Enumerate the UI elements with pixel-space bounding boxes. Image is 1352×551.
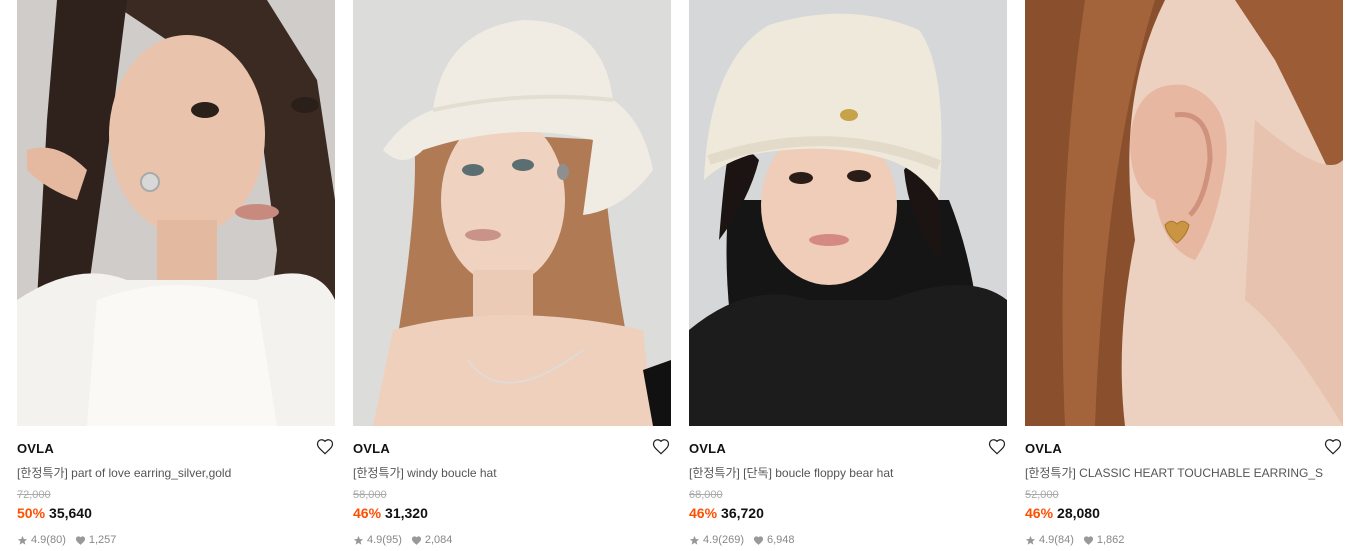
product-card[interactable]: OVLA [한정특가] part of love earring_silver,… [17, 0, 335, 551]
review-count: (84) [1054, 534, 1074, 546]
product-card[interactable]: OVLA [한정특가] windy boucle hat 58,000 46% 3… [353, 0, 671, 551]
rating-value: 4.9 [1039, 534, 1055, 546]
price-line: 46% 36,720 [689, 505, 764, 521]
sale-price: 35,640 [49, 505, 92, 521]
product-name[interactable]: [한정특가] CLASSIC HEART TOUCHABLE EARRING_S [1025, 464, 1343, 481]
product-card[interactable]: OVLA [한정특가] CLASSIC HEART TOUCHABLE EARR… [1025, 0, 1343, 551]
heart-filled-icon [411, 535, 422, 546]
brand-name[interactable]: OVLA [1025, 441, 1062, 456]
original-price: 58,000 [353, 489, 387, 501]
product-name[interactable]: [한정특가] windy boucle hat [353, 464, 671, 481]
discount-rate: 46% [353, 505, 382, 521]
original-price: 52,000 [1025, 489, 1059, 501]
product-name[interactable]: [한정특가] [단독] boucle floppy bear hat [689, 464, 1007, 481]
like-count: 6,948 [766, 534, 795, 546]
rating-value: 4.9 [31, 534, 47, 546]
heart-filled-icon [1083, 535, 1094, 546]
original-price: 72,000 [17, 489, 51, 501]
sale-price: 36,720 [721, 505, 764, 521]
product-image[interactable] [353, 0, 671, 426]
review-count: (95) [382, 534, 402, 546]
product-image[interactable] [17, 0, 335, 426]
original-price: 68,000 [689, 489, 723, 501]
product-image[interactable] [1025, 0, 1343, 426]
discount-rate: 46% [689, 505, 718, 521]
heart-filled-icon [75, 535, 86, 546]
discount-rate: 46% [1025, 505, 1054, 521]
like-count: 1,862 [1096, 534, 1125, 546]
review-count: (80) [46, 534, 66, 546]
product-meta: 4.9 (80) 1,257 [17, 534, 116, 546]
brand-name[interactable]: OVLA [689, 441, 726, 456]
heart-outline-icon[interactable] [1324, 438, 1342, 455]
product-meta: 4.9 (95) 2,084 [353, 534, 452, 546]
product-grid: OVLA [한정특가] part of love earring_silver,… [17, 0, 1343, 551]
heart-outline-icon[interactable] [652, 438, 670, 455]
heart-outline-icon[interactable] [988, 438, 1006, 455]
price-line: 50% 35,640 [17, 505, 92, 521]
sale-price: 28,080 [1057, 505, 1100, 521]
review-count: (269) [718, 534, 744, 546]
sale-price: 31,320 [385, 505, 428, 521]
star-icon [1025, 535, 1036, 546]
star-icon [17, 535, 28, 546]
like-count: 2,084 [424, 534, 453, 546]
price-line: 46% 31,320 [353, 505, 428, 521]
price-line: 46% 28,080 [1025, 505, 1100, 521]
product-meta: 4.9 (84) 1,862 [1025, 534, 1124, 546]
star-icon [689, 535, 700, 546]
like-count: 1,257 [88, 534, 117, 546]
rating-value: 4.9 [367, 534, 383, 546]
product-card[interactable]: OVLA [한정특가] [단독] boucle floppy bear hat … [689, 0, 1007, 551]
discount-rate: 50% [17, 505, 46, 521]
brand-name[interactable]: OVLA [17, 441, 54, 456]
heart-outline-icon[interactable] [316, 438, 334, 455]
product-image[interactable] [689, 0, 1007, 426]
brand-name[interactable]: OVLA [353, 441, 390, 456]
heart-filled-icon [753, 535, 764, 546]
star-icon [353, 535, 364, 546]
product-name[interactable]: [한정특가] part of love earring_silver,gold [17, 464, 335, 481]
product-meta: 4.9 (269) 6,948 [689, 534, 795, 546]
rating-value: 4.9 [703, 534, 719, 546]
